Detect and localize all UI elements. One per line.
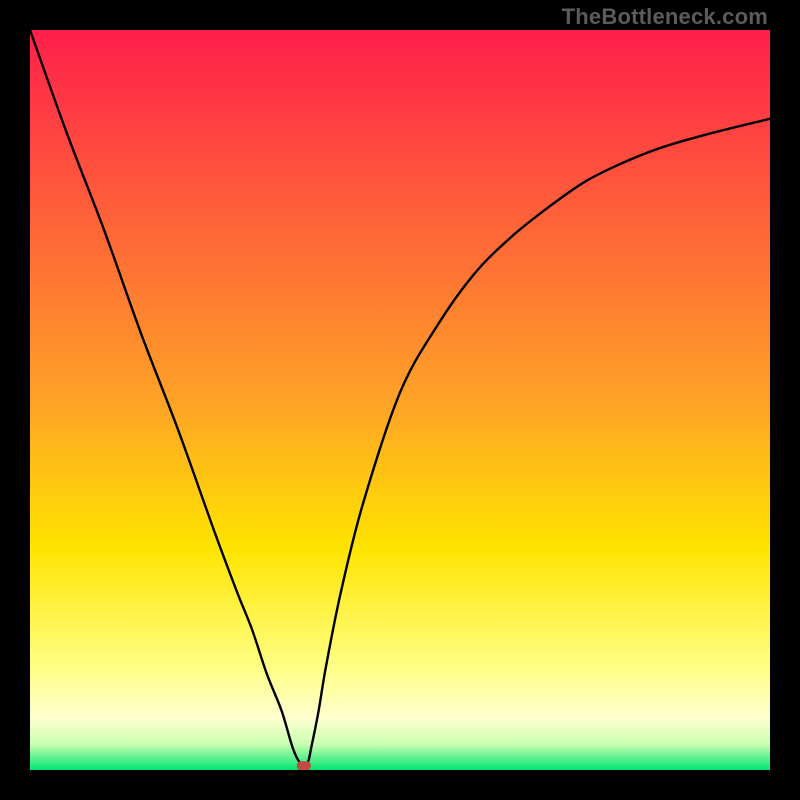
gradient-background	[30, 30, 770, 770]
bottleneck-chart	[30, 30, 770, 770]
chart-frame: TheBottleneck.com	[0, 0, 800, 800]
plot-area	[30, 30, 770, 770]
minimum-marker	[297, 761, 311, 770]
watermark-text: TheBottleneck.com	[562, 4, 768, 30]
